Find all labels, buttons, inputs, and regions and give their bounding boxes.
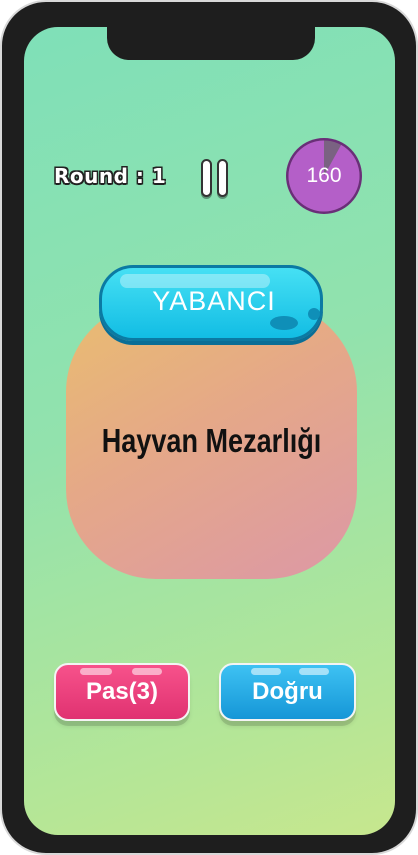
phone-frame: Round : 1 160 Hayvan Mezarlığı YABANCI P…	[0, 0, 418, 855]
correct-button[interactable]: Doğru	[219, 663, 356, 721]
pause-button[interactable]	[199, 159, 231, 199]
team-label: YABANCI	[152, 286, 276, 316]
timer-value: 160	[306, 164, 342, 187]
timer: 160	[284, 136, 364, 216]
correct-button-label: Doğru	[252, 678, 323, 705]
pass-button-label: Pas(3)	[85, 678, 159, 705]
round-label: Round : 1	[54, 164, 167, 188]
pass-button[interactable]: Pas(3)	[54, 663, 190, 721]
phone-notch	[107, 27, 315, 60]
team-badge: YABANCI	[99, 265, 323, 341]
word-text: Hayvan Mezarlığı	[101, 422, 322, 459]
